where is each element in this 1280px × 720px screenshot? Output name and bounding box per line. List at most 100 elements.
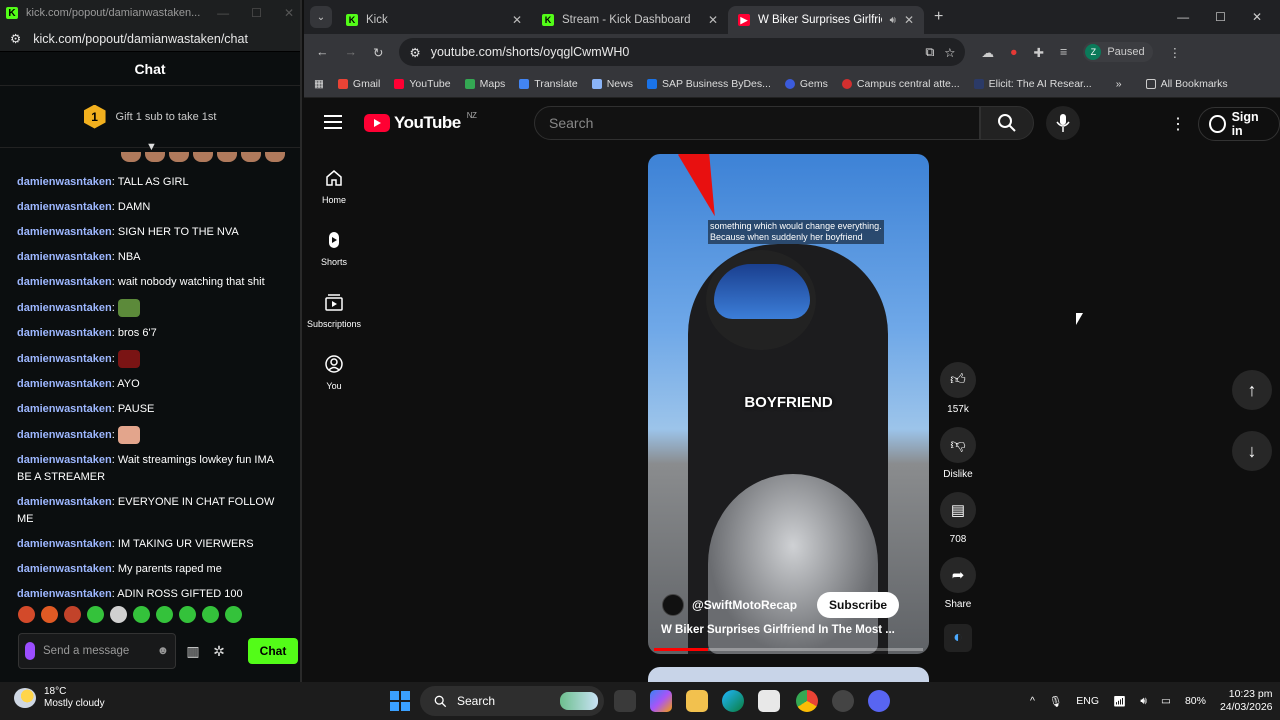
share-action[interactable]: ➦ Share (940, 557, 976, 610)
emote-icon[interactable] (87, 606, 104, 623)
emote-icon[interactable] (225, 606, 242, 623)
youtube-logo[interactable]: YouTube NZ (364, 111, 477, 133)
chat-username[interactable]: damienwasntaken (17, 563, 112, 575)
forward-icon[interactable]: → (345, 45, 358, 59)
close-tab-icon[interactable]: ✕ (512, 13, 522, 27)
minimize-icon[interactable]: — (217, 6, 229, 20)
all-bookmarks[interactable]: All Bookmarks (1145, 78, 1228, 90)
thumbs-down-icon[interactable]: 👎︎ (940, 427, 976, 463)
chrome-icon[interactable] (796, 690, 818, 712)
chat-username[interactable]: damienwasntaken (17, 496, 112, 508)
comment-icon[interactable]: ▤ (940, 492, 976, 528)
taskbar-search[interactable]: Search (420, 686, 604, 716)
tab-search-icon[interactable]: ⌄ (310, 6, 332, 28)
clock[interactable]: 10:23 pm 24/03/2026 (1220, 688, 1273, 714)
tab-youtube-short[interactable]: ▶ W Biker Surprises Girlfriend 🔊︎ ✕ (728, 6, 924, 34)
like-action[interactable]: 👍︎ 157k (940, 362, 976, 415)
voice-search-button[interactable] (1046, 106, 1080, 140)
mic-icon[interactable] (25, 642, 35, 660)
chat-username[interactable]: damienwasntaken (17, 538, 112, 550)
close-tab-icon[interactable]: ✕ (904, 13, 914, 27)
emote-icon[interactable] (156, 606, 173, 623)
bookmark-sap[interactable]: SAP Business ByDes... (646, 78, 771, 90)
obs-icon[interactable] (832, 690, 854, 712)
chat-username[interactable]: damienwasntaken (17, 251, 112, 263)
close-tab-icon[interactable]: ✕ (708, 13, 718, 27)
emote-icon[interactable] (41, 606, 58, 623)
share-icon[interactable]: ➦ (940, 557, 976, 593)
apps-icon[interactable]: ▦ (314, 78, 324, 90)
bookmark-youtube[interactable]: YouTube (394, 78, 451, 90)
sidebar-item-shorts[interactable]: Shorts (304, 218, 364, 280)
extensions-puzzle-icon[interactable]: ✚ (1034, 45, 1044, 60)
chat-username[interactable]: damienwasntaken (17, 353, 112, 365)
new-tab-icon[interactable]: + (934, 8, 943, 26)
sidebar-item-subscriptions[interactable]: Subscriptions (304, 280, 364, 342)
edge-icon[interactable] (722, 690, 744, 712)
bookmark-elicit[interactable]: Elicit: The AI Resear... (973, 78, 1092, 90)
emoji-icon[interactable]: ☻ (157, 645, 169, 658)
sign-in-button[interactable]: Sign in (1198, 107, 1280, 141)
tab-kick[interactable]: K Kick ✕ (336, 6, 532, 34)
subscribe-button[interactable]: Subscribe (817, 592, 900, 618)
chat-username[interactable]: damienwasntaken (17, 454, 112, 466)
battery-icon[interactable]: ▭ (1161, 695, 1171, 707)
previous-short-button[interactable]: ↑ (1232, 370, 1272, 410)
site-settings-icon[interactable]: ⚙ (10, 31, 21, 46)
thumbs-up-icon[interactable]: 👍︎ (940, 362, 976, 398)
maximize-icon[interactable]: ☐ (1215, 10, 1226, 24)
bookmark-news[interactable]: News (591, 78, 633, 90)
emote-icon[interactable] (64, 606, 81, 623)
site-info-icon[interactable]: ⚙ (409, 45, 420, 60)
kick-url-bar[interactable]: ⚙ kick.com/popout/damianwastaken/chat (0, 26, 300, 52)
channel-avatar[interactable] (662, 594, 684, 616)
start-button[interactable] (390, 691, 410, 711)
chat-username[interactable]: damienwasntaken (17, 588, 112, 600)
bookmark-star-icon[interactable]: ☆ (944, 45, 955, 60)
file-explorer-icon[interactable] (686, 690, 708, 712)
url-input[interactable]: ⚙ youtube.com/shorts/oyqglCwmWH0 ⧉ ☆ (399, 38, 966, 66)
volume-icon[interactable]: 🔊︎ (1140, 695, 1147, 708)
chat-message-input[interactable]: Send a message ☻ (18, 633, 176, 669)
store-icon[interactable]: ▥ (184, 643, 202, 660)
tab-kick-dashboard[interactable]: K Stream - Kick Dashboard ✕ (532, 6, 728, 34)
chat-username[interactable]: damienwasntaken (17, 201, 112, 213)
chat-username[interactable]: damienwasntaken (17, 429, 112, 441)
close-icon[interactable]: ✕ (284, 6, 294, 20)
profile-button[interactable]: Z Paused (1083, 42, 1153, 62)
channel-name[interactable]: @SwiftMotoRecap (692, 598, 797, 612)
video-progress-bar[interactable] (654, 648, 923, 651)
emote-icon[interactable] (18, 606, 35, 623)
emote-icon[interactable] (179, 606, 196, 623)
bookmark-campus[interactable]: Campus central atte... (841, 78, 960, 90)
gift-leaderboard[interactable]: 1 Gift 1 sub to take 1st ▼ (0, 86, 300, 153)
bookmark-gems[interactable]: Gems (784, 78, 828, 90)
discord-icon[interactable] (868, 690, 890, 712)
microphone-icon[interactable]: 🎙︎ (1049, 695, 1062, 708)
audio-playing-icon[interactable]: 🔊︎ (890, 15, 896, 26)
media-controls-icon[interactable]: ≡ (1060, 45, 1067, 59)
wifi-icon[interactable]: 📶︎ (1113, 695, 1126, 708)
emote-icon[interactable] (133, 606, 150, 623)
short-title[interactable]: W Biker Surprises Girlfriend In The Most… (661, 624, 895, 636)
chat-username[interactable]: damienwasntaken (17, 378, 112, 390)
install-app-icon[interactable]: ⧉ (925, 45, 934, 60)
close-icon[interactable]: ✕ (1252, 10, 1262, 24)
search-input[interactable]: Search (534, 106, 980, 140)
chat-username[interactable]: damienwasntaken (17, 176, 112, 188)
settings-icon[interactable]: ✲ (210, 643, 228, 660)
dislike-action[interactable]: 👎︎ Dislike (940, 427, 976, 480)
chat-messages[interactable]: damienwasntaken: TALL AS GIRL damienwasnt… (0, 152, 298, 602)
reload-icon[interactable]: ↻ (373, 45, 383, 60)
chat-username[interactable]: damienwasntaken (17, 403, 112, 415)
browser-menu-icon[interactable]: ⋮ (1169, 45, 1182, 60)
original-sound-thumbnail[interactable]: ◐ (944, 624, 972, 652)
sidebar-item-home[interactable]: Home (304, 156, 364, 218)
emote-icon[interactable] (110, 606, 127, 623)
sidebar-item-you[interactable]: You (304, 342, 364, 404)
bookmark-maps[interactable]: Maps (464, 78, 505, 90)
emote-icon[interactable] (202, 606, 219, 623)
chat-username[interactable]: damienwasntaken (17, 327, 112, 339)
store-icon[interactable] (758, 690, 780, 712)
short-video-player[interactable]: something which would change everything.… (648, 154, 929, 654)
